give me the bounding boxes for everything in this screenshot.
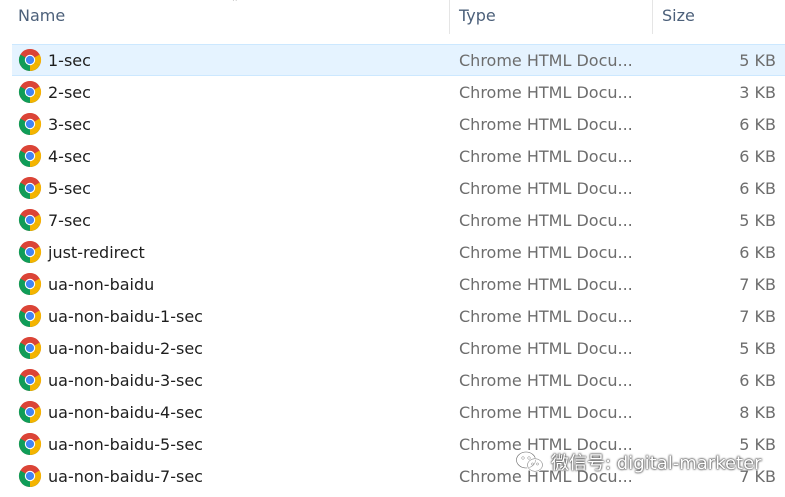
file-size: 5 KB	[739, 211, 776, 230]
file-name[interactable]: ua-non-baidu-1-sec	[48, 300, 203, 332]
file-size: 5 KB	[739, 339, 776, 358]
file-type: Chrome HTML Docu...	[459, 115, 633, 134]
file-name[interactable]: 5-sec	[48, 172, 91, 204]
watermark: 微信号: digital-marketer	[515, 447, 762, 477]
watermark-text: 微信号: digital-marketer	[551, 453, 762, 474]
file-size: 6 KB	[739, 115, 776, 134]
chrome-icon	[18, 240, 42, 263]
column-header-size[interactable]: Size	[662, 0, 772, 34]
file-row[interactable]: ua-non-baidu-4-sec Chrome HTML Docu... 8…	[0, 396, 785, 428]
file-type: Chrome HTML Docu...	[459, 51, 633, 70]
file-type: Chrome HTML Docu...	[459, 307, 633, 326]
column-header-type[interactable]: Type	[459, 0, 649, 34]
file-row[interactable]: 1-sec Chrome HTML Docu... 5 KB	[0, 44, 785, 76]
file-type: Chrome HTML Docu...	[459, 243, 633, 262]
file-row[interactable]: 3-sec Chrome HTML Docu... 6 KB	[0, 108, 785, 140]
file-row[interactable]: 4-sec Chrome HTML Docu... 6 KB	[0, 140, 785, 172]
chrome-icon	[18, 368, 42, 391]
chrome-icon	[18, 432, 42, 455]
file-type: Chrome HTML Docu...	[459, 371, 633, 390]
file-name[interactable]: 3-sec	[48, 108, 91, 140]
file-explorer-details-view: ⌃ Name Type Size 1-sec Chrome HTML Docu.…	[0, 0, 785, 497]
file-row[interactable]: ua-non-baidu-3-sec Chrome HTML Docu... 6…	[0, 364, 785, 396]
file-name[interactable]: ua-non-baidu	[48, 268, 154, 300]
file-row[interactable]: ua-non-baidu-1-sec Chrome HTML Docu... 7…	[0, 300, 785, 332]
file-type: Chrome HTML Docu...	[459, 339, 633, 358]
chrome-icon	[18, 272, 42, 295]
file-name[interactable]: 1-sec	[48, 44, 91, 76]
file-row[interactable]: ua-non-baidu-2-sec Chrome HTML Docu... 5…	[0, 332, 785, 364]
file-size: 6 KB	[739, 147, 776, 166]
file-row[interactable]: ua-non-baidu Chrome HTML Docu... 7 KB	[0, 268, 785, 300]
file-size: 7 KB	[739, 307, 776, 326]
file-type: Chrome HTML Docu...	[459, 83, 633, 102]
file-row[interactable]: just-redirect Chrome HTML Docu... 6 KB	[0, 236, 785, 268]
file-list: 1-sec Chrome HTML Docu... 5 KB 2-sec Chr…	[0, 44, 785, 492]
chrome-icon	[18, 336, 42, 359]
file-size: 6 KB	[739, 371, 776, 390]
column-header-name[interactable]: Name	[18, 0, 448, 34]
chrome-icon	[18, 464, 42, 487]
file-size: 6 KB	[739, 179, 776, 198]
chrome-icon	[18, 48, 42, 71]
file-size: 5 KB	[739, 51, 776, 70]
file-size: 7 KB	[739, 275, 776, 294]
file-name[interactable]: ua-non-baidu-7-sec	[48, 460, 203, 492]
file-name[interactable]: 4-sec	[48, 140, 91, 172]
file-name[interactable]: 2-sec	[48, 76, 91, 108]
wechat-icon	[515, 450, 544, 473]
file-type: Chrome HTML Docu...	[459, 179, 633, 198]
file-row[interactable]: 2-sec Chrome HTML Docu... 3 KB	[0, 76, 785, 108]
column-divider[interactable]	[652, 0, 653, 34]
file-name[interactable]: ua-non-baidu-2-sec	[48, 332, 203, 364]
file-size: 3 KB	[739, 83, 776, 102]
column-divider[interactable]	[449, 0, 450, 34]
file-name[interactable]: ua-non-baidu-5-sec	[48, 428, 203, 460]
file-type: Chrome HTML Docu...	[459, 147, 633, 166]
file-row[interactable]: 5-sec Chrome HTML Docu... 6 KB	[0, 172, 785, 204]
file-name[interactable]: ua-non-baidu-3-sec	[48, 364, 203, 396]
selection-highlight	[12, 44, 785, 76]
column-header-bar: ⌃ Name Type Size	[0, 0, 785, 34]
chrome-icon	[18, 144, 42, 167]
file-type: Chrome HTML Docu...	[459, 403, 633, 422]
file-type: Chrome HTML Docu...	[459, 275, 633, 294]
file-size: 6 KB	[739, 243, 776, 262]
chrome-icon	[18, 304, 42, 327]
file-row[interactable]: 7-sec Chrome HTML Docu... 5 KB	[0, 204, 785, 236]
chrome-icon	[18, 112, 42, 135]
chrome-icon	[18, 176, 42, 199]
file-type: Chrome HTML Docu...	[459, 211, 633, 230]
chrome-icon	[18, 80, 42, 103]
chrome-icon	[18, 208, 42, 231]
file-name[interactable]: just-redirect	[48, 236, 145, 268]
file-name[interactable]: ua-non-baidu-4-sec	[48, 396, 203, 428]
file-name[interactable]: 7-sec	[48, 204, 91, 236]
file-size: 8 KB	[739, 403, 776, 422]
chrome-icon	[18, 400, 42, 423]
